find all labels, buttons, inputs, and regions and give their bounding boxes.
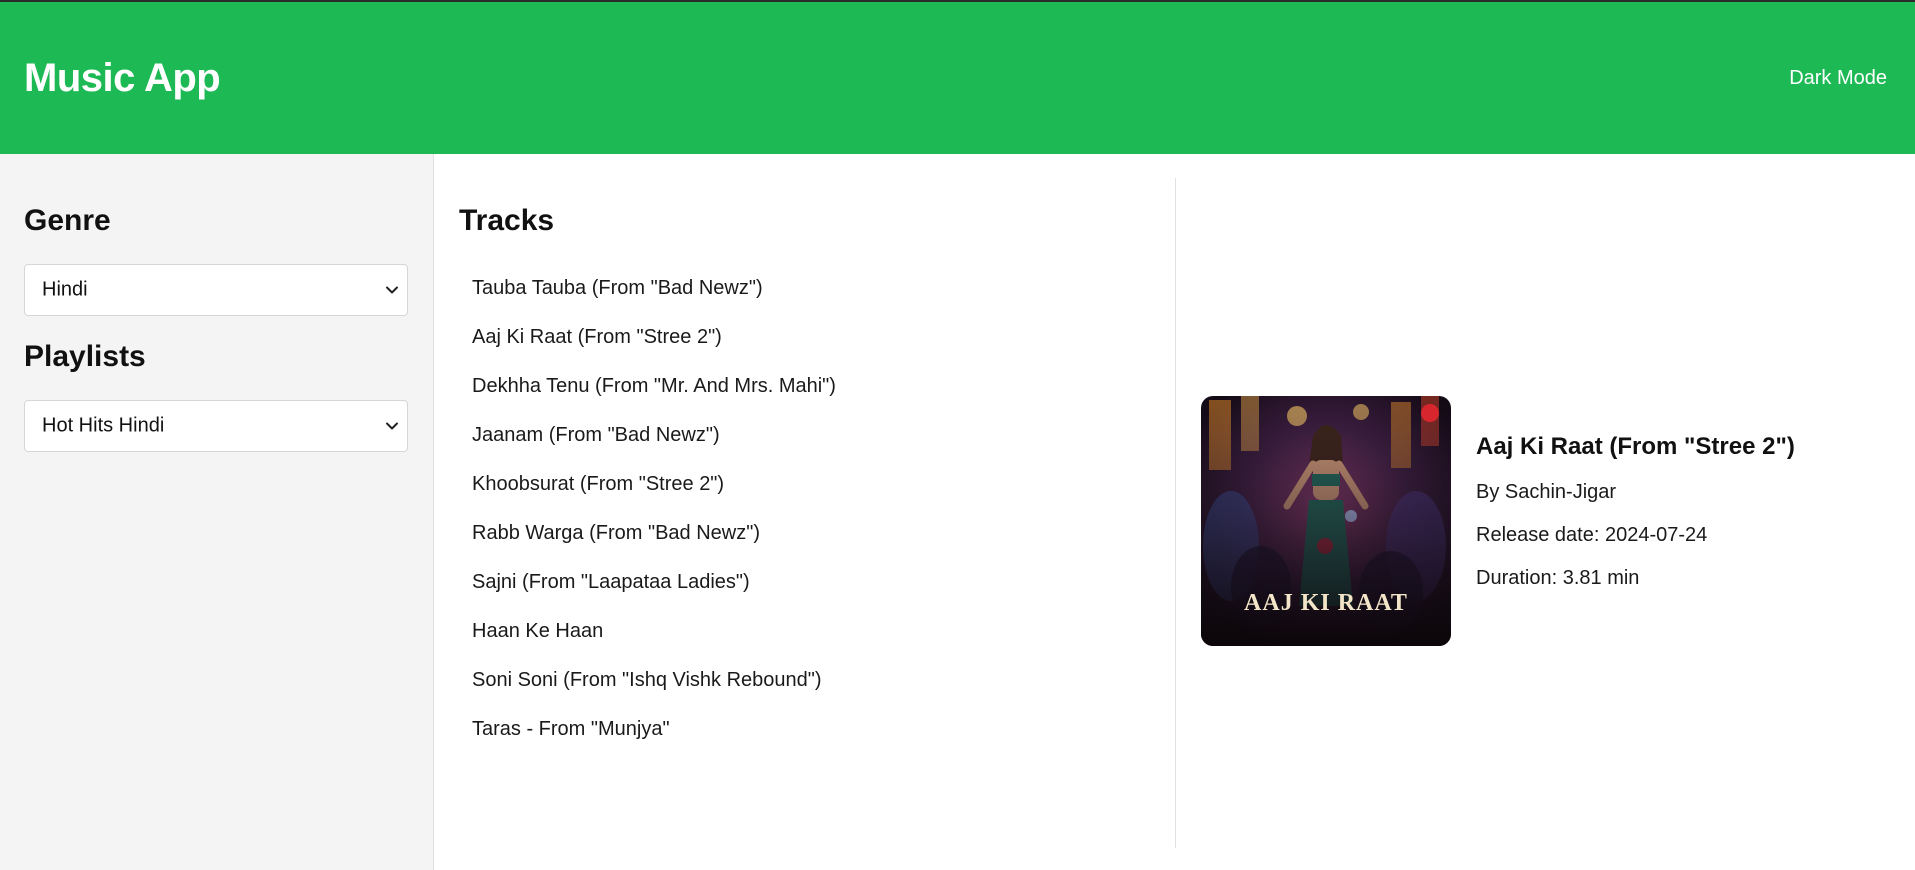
dark-mode-toggle[interactable]: Dark Mode [1789,63,1887,94]
genre-select[interactable]: Hindi [24,264,408,316]
track-item[interactable]: Khoobsurat (From "Stree 2") [459,460,1175,509]
sidebar: Genre Hindi Playlists Hot Hits Hindi [0,154,434,870]
track-artist: By Sachin-Jigar [1476,480,1617,503]
track-item[interactable]: Sajni (From "Laapataa Ladies") [459,558,1175,607]
app-header: Music App Dark Mode [0,0,1915,154]
track-item[interactable]: Haan Ke Haan [459,607,1175,656]
track-list: Tauba Tauba (From "Bad Newz") Aaj Ki Raa… [459,264,1175,754]
track-item[interactable]: Taras - From "Munjya" [459,705,1175,754]
app-title: Music App [24,55,221,100]
track-item[interactable]: Jaanam (From "Bad Newz") [459,411,1175,460]
track-info: Aaj Ki Raat (From "Stree 2") By Sachin-J… [1476,433,1795,610]
track-duration: Duration: 3.81 min [1476,566,1640,589]
tracks-heading: Tracks [459,204,555,237]
track-item[interactable]: Dekhha Tenu (From "Mr. And Mrs. Mahi") [459,362,1175,411]
album-cover: AAJ KI RAAT [1201,396,1451,646]
track-item[interactable]: Aaj Ki Raat (From "Stree 2") [459,313,1175,362]
playlists-heading: Playlists [24,340,146,373]
cover-title-text: AAJ KI RAAT [1244,590,1408,616]
genre-heading: Genre [24,204,111,237]
main-content: Genre Hindi Playlists Hot Hits Hindi Tra… [0,154,1915,870]
track-title: Aaj Ki Raat (From "Stree 2") [1476,432,1795,460]
playlist-select[interactable]: Hot Hits Hindi [24,400,408,452]
track-release-date: Release date: 2024-07-24 [1476,523,1708,546]
chevron-down-icon [386,286,398,294]
music-app: Music App Dark Mode Genre Hindi Playlist… [0,0,1915,870]
track-item[interactable]: Soni Soni (From "Ishq Vishk Rebound") [459,656,1175,705]
genre-select-value: Hindi [42,278,88,301]
track-detail: AAJ KI RAAT Aaj Ki Raat (From "Stree 2")… [1176,154,1915,870]
chevron-down-icon [386,422,398,430]
playlist-select-value: Hot Hits Hindi [42,414,165,437]
track-item[interactable]: Tauba Tauba (From "Bad Newz") [459,264,1175,313]
track-item[interactable]: Rabb Warga (From "Bad Newz") [459,509,1175,558]
album-cover-art: AAJ KI RAAT [1201,396,1451,646]
tracks-panel: Tracks Tauba Tauba (From "Bad Newz") Aaj… [434,178,1176,848]
